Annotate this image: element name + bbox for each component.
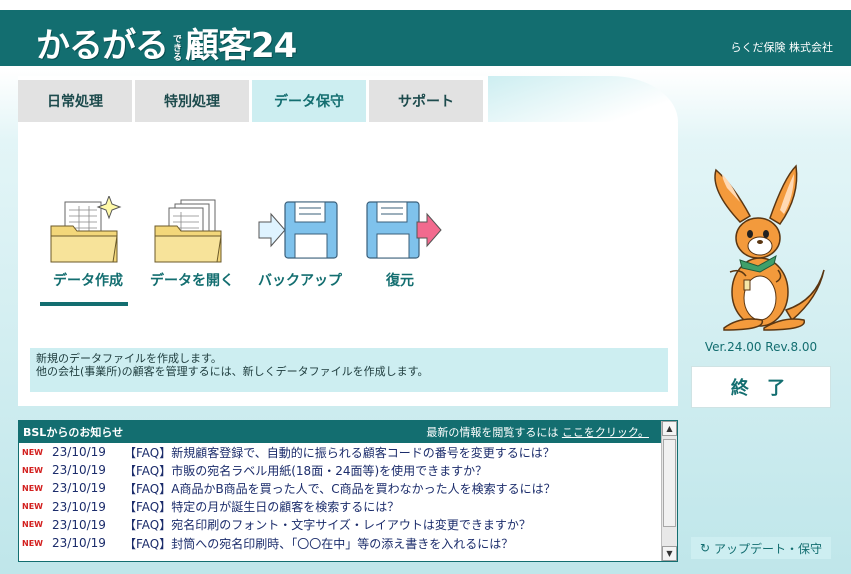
create-data-button[interactable]: データ作成: [38, 196, 138, 306]
description-line-2: 他の会社(事業所)の顧客を管理するには、新しくデータファイルを作成します。: [36, 365, 429, 378]
tab-special[interactable]: 特別処理: [135, 80, 249, 122]
app-header: かるがる できる 顧客24 らくだ保険 株式会社: [0, 10, 851, 66]
news-item[interactable]: NEW 23/10/19 【FAQ】市販の宛名ラベル用紙(18面・24面等)を使…: [19, 461, 677, 479]
news-date: 23/10/19: [52, 499, 106, 514]
tab-data-maintenance[interactable]: データ保守: [252, 80, 366, 122]
new-folder-icon: [50, 196, 122, 263]
create-data-label: データ作成: [53, 273, 123, 289]
news-date: 23/10/19: [52, 463, 106, 478]
update-maintenance-button[interactable]: ↻ アップデート・保守: [691, 537, 831, 559]
tab-daily[interactable]: 日常処理: [18, 80, 132, 122]
news-item[interactable]: NEW 23/10/19 【FAQ】特定の月が誕生日の顧客を検索するには？: [19, 498, 677, 516]
news-panel: BSLからのお知らせ 最新の情報を閲覧するには ここをクリック。 NEW 23/…: [18, 420, 678, 562]
news-title: BSLからのお知らせ: [23, 426, 124, 439]
restore-label: 復元: [386, 273, 414, 289]
panel-decoration: [488, 76, 678, 122]
news-link-wrap: 最新の情報を閲覧するには ここをクリック。: [426, 424, 649, 440]
version-label: Ver.24.00 Rev.8.00: [704, 340, 818, 354]
new-badge: NEW: [22, 502, 43, 512]
news-date: 23/10/19: [52, 445, 106, 460]
app-logo: かるがる できる 顧客24: [36, 26, 297, 66]
news-text[interactable]: 【FAQ】宛名印刷のフォント・文字サイズ・レイアウトは変更できますか？: [124, 516, 531, 533]
company-name: らくだ保険 株式会社: [730, 41, 834, 54]
news-item[interactable]: NEW 23/10/19 【FAQ】宛名印刷のフォント・文字サイズ・レイアウトは…: [19, 516, 677, 534]
news-text[interactable]: 【FAQ】A商品かB商品を買った人で、C商品を買わなかった人を検索するには？: [124, 480, 556, 497]
restore-disk-icon: [366, 201, 442, 259]
new-badge: NEW: [22, 520, 43, 530]
news-text[interactable]: 【FAQ】特定の月が誕生日の顧客を検索するには？: [124, 498, 399, 515]
news-list: NEW 23/10/19 【FAQ】新規顧客登録で、自動的に振られる顧客コードの…: [19, 443, 677, 552]
open-folder-icon: [154, 199, 222, 263]
kangaroo-mascot: [714, 164, 825, 331]
restore-button[interactable]: 復元: [350, 196, 450, 306]
update-label: アップデート・保守: [714, 541, 823, 556]
new-badge: NEW: [22, 483, 43, 493]
news-date: 23/10/19: [52, 536, 106, 551]
news-item[interactable]: NEW 23/10/19 【FAQ】新規顧客登録で、自動的に振られる顧客コードの…: [19, 443, 677, 461]
backup-button[interactable]: バックアップ: [250, 196, 350, 306]
news-item[interactable]: NEW 23/10/19 【FAQ】A商品かB商品を買った人で、C商品を買わなか…: [19, 479, 677, 497]
news-link-prefix: 最新の情報を閲覧するには: [426, 426, 559, 439]
new-badge: NEW: [22, 538, 43, 548]
scrollbar-thumb[interactable]: [663, 439, 676, 527]
news-text[interactable]: 【FAQ】市販の宛名ラベル用紙(18面・24面等)を使用できますか？: [124, 462, 487, 479]
tab-support[interactable]: サポート: [369, 80, 483, 122]
news-link[interactable]: ここをクリック。: [562, 426, 649, 439]
news-text[interactable]: 【FAQ】新規顧客登録で、自動的に振られる顧客コードの番号を変更するには？: [124, 444, 555, 461]
backup-label: バックアップ: [258, 273, 342, 289]
refresh-icon: ↻: [699, 541, 711, 555]
main-panel: 日常処理 特別処理 データ保守 サポート データ作成 データを開く バックアップ…: [18, 76, 678, 406]
selected-action-indicator: [40, 302, 128, 306]
new-badge: NEW: [22, 465, 43, 475]
open-data-button[interactable]: データを開く: [142, 196, 242, 306]
open-data-label: データを開く: [150, 273, 234, 289]
news-text[interactable]: 【FAQ】封筒への宛名印刷時、「〇〇在中」等の添え書きを入れるには？: [124, 535, 513, 552]
news-scrollbar[interactable]: ▲ ▼: [661, 421, 677, 561]
news-date: 23/10/19: [52, 481, 106, 496]
scroll-down-arrow-icon[interactable]: ▼: [662, 546, 677, 561]
news-item[interactable]: NEW 23/10/19 【FAQ】封筒への宛名印刷時、「〇〇在中」等の添え書き…: [19, 534, 677, 552]
news-date: 23/10/19: [52, 517, 106, 532]
news-header: BSLからのお知らせ 最新の情報を閲覧するには ここをクリック。: [19, 421, 661, 443]
description-line-1: 新規のデータファイルを作成します。: [36, 352, 222, 365]
exit-button[interactable]: 終 了: [691, 366, 831, 408]
scroll-up-arrow-icon[interactable]: ▲: [662, 421, 677, 436]
action-description: 新規のデータファイルを作成します。 他の会社(事業所)の顧客を管理するには、新し…: [30, 348, 668, 392]
backup-disk-icon: [258, 201, 338, 259]
new-badge: NEW: [22, 447, 43, 457]
